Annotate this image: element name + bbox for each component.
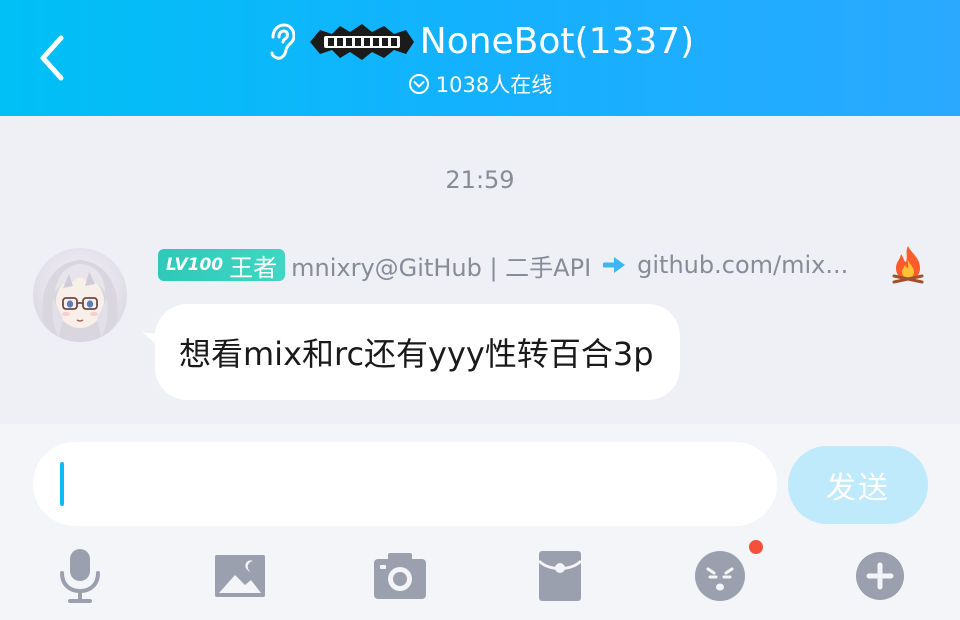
red-packet-button[interactable]: [530, 546, 590, 606]
sender-info: LV100 王者 mnixry@GitHub | 二手API github.co…: [158, 248, 848, 282]
online-count[interactable]: 1038人在线: [0, 68, 960, 100]
more-button[interactable]: [850, 546, 910, 606]
title-row: NoneBot(1337): [0, 18, 960, 66]
sender-link[interactable]: github.com/mix...: [637, 251, 848, 279]
microphone-icon: [60, 549, 100, 603]
message-list[interactable]: 21:59 LV100 王者 mnixry@GitHub | 二手API git…: [0, 116, 960, 424]
group-title[interactable]: NoneBot(1337): [420, 18, 694, 66]
red-packet-icon: [537, 551, 583, 601]
image-button[interactable]: [210, 546, 270, 606]
level-badge: LV100 王者: [158, 249, 286, 282]
ear-icon[interactable]: [266, 22, 296, 62]
send-button[interactable]: 发送: [788, 446, 928, 524]
input-bar: 发送: [0, 424, 960, 620]
anime-avatar[interactable]: [33, 248, 127, 342]
emoji-icon: [695, 551, 745, 601]
online-count-text: 1038人在线: [435, 73, 553, 97]
arrow-right-icon: [599, 250, 629, 280]
image-icon: [215, 555, 265, 597]
microphone-button[interactable]: [50, 546, 110, 606]
chat-header: NoneBot(1337) 1038人在线: [0, 0, 960, 116]
message-bubble[interactable]: 想看mix和rc还有yyy性转百合3p: [155, 304, 680, 400]
fire-icon: [890, 244, 926, 284]
sender-name[interactable]: mnixry@GitHub | 二手API: [291, 248, 591, 283]
message-input[interactable]: [33, 442, 777, 526]
rank-text: 王者: [229, 253, 278, 282]
text-caret: [60, 462, 64, 506]
circle-chevron-down-icon: [408, 73, 430, 95]
group-logo-icon: [309, 24, 414, 60]
notification-dot: [749, 540, 763, 554]
plus-icon: [856, 552, 904, 600]
camera-icon: [374, 553, 426, 599]
level-text: LV100: [166, 255, 224, 275]
emoji-button[interactable]: [690, 546, 750, 606]
camera-button[interactable]: [370, 546, 430, 606]
message-timestamp: 21:59: [445, 166, 515, 194]
